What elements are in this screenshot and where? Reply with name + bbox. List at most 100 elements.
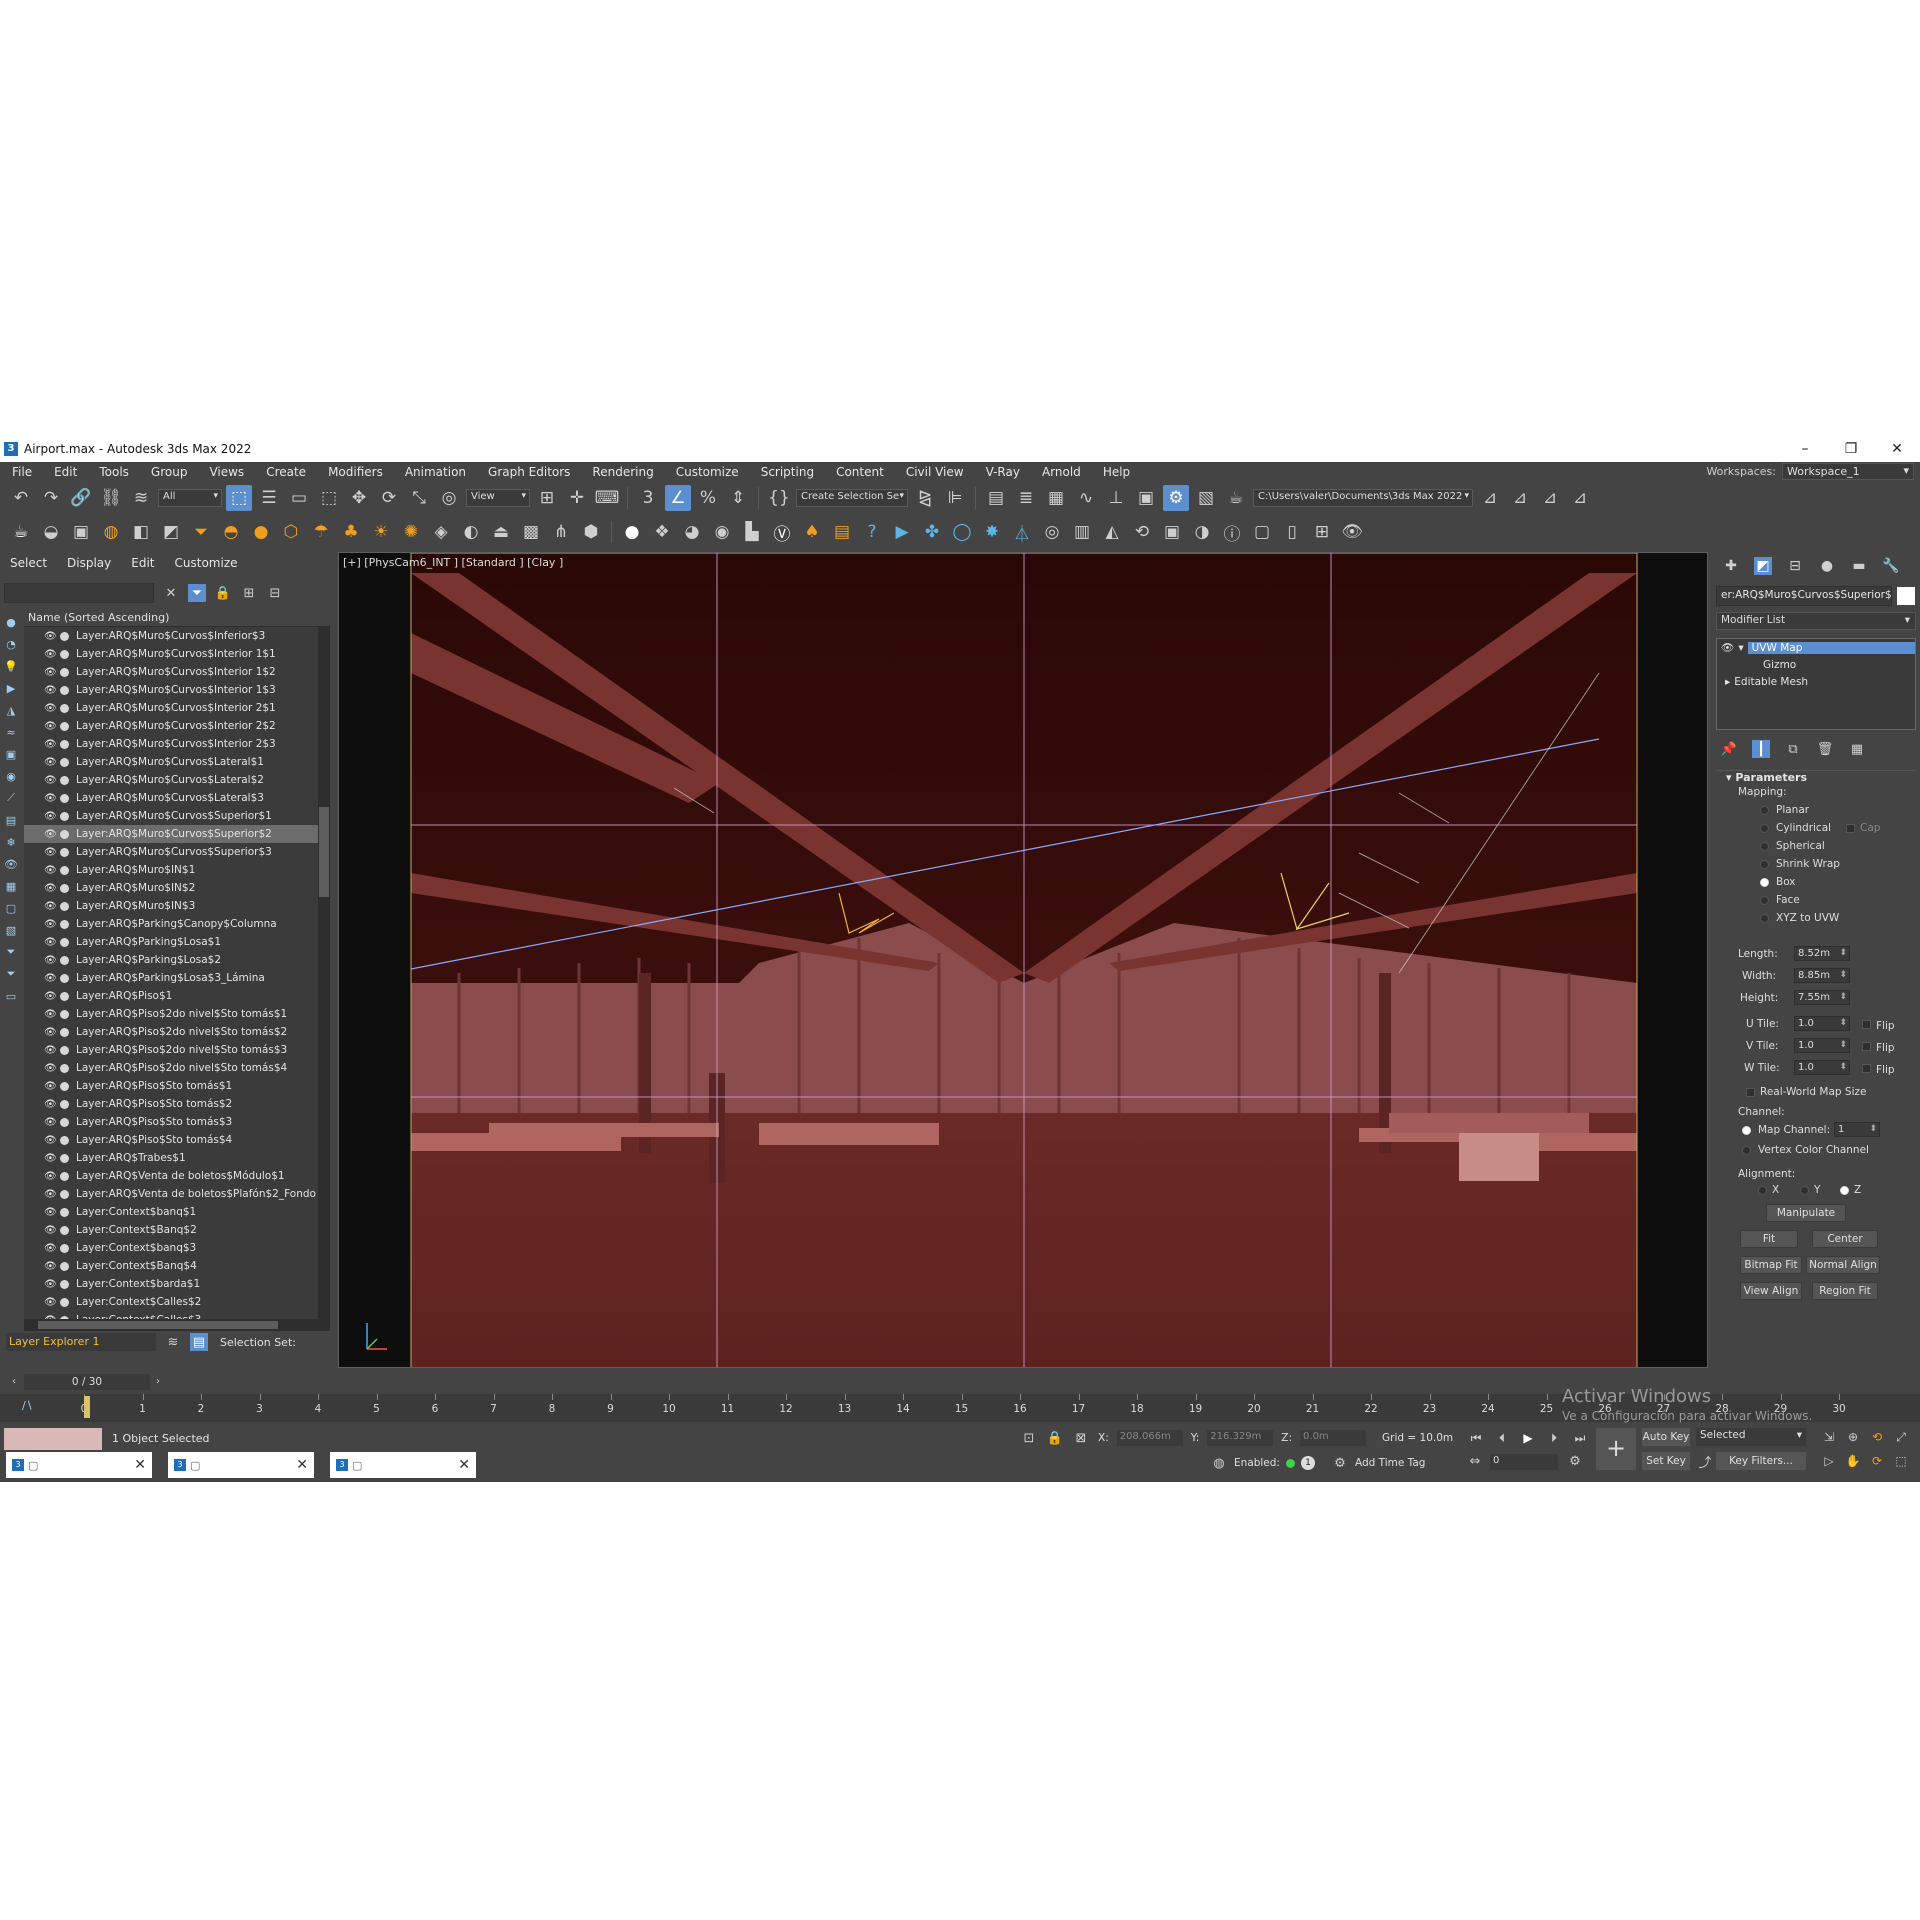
tab-edit[interactable]: Edit <box>131 556 154 570</box>
filter-funnel-icon[interactable]: ⏷ <box>3 943 19 961</box>
display-containers-icon[interactable]: ▤ <box>3 811 19 829</box>
vray-grid-icon[interactable]: ▩ <box>518 519 544 545</box>
curve-editor-icon[interactable]: ∿ <box>1073 485 1099 511</box>
project-folder-dropdown[interactable]: C:\Users\valer\Documents\3ds Max 2022 <box>1253 489 1473 507</box>
display-tab-icon[interactable]: ▬ <box>1850 557 1868 575</box>
perspective-icon[interactable]: ⊕ <box>1842 1426 1864 1448</box>
selection-filter-dropdown[interactable]: All <box>158 489 222 507</box>
layers-icon[interactable]: ≋ <box>164 1333 182 1351</box>
menu-views[interactable]: Views <box>198 465 255 479</box>
align-icon[interactable]: ⊫ <box>942 485 968 511</box>
vtile-spinner[interactable]: 1.0 <box>1794 1038 1850 1053</box>
menu-modifiers[interactable]: Modifiers <box>317 465 394 479</box>
render-toggle-icon[interactable] <box>60 1171 69 1181</box>
menu-graph-editors[interactable]: Graph Editors <box>477 465 581 479</box>
display-lights-icon[interactable]: 💡 <box>3 657 19 675</box>
normal-align-button[interactable]: Normal Align <box>1806 1256 1880 1274</box>
tab-customize[interactable]: Customize <box>175 556 238 570</box>
render-production-icon[interactable]: ☕ <box>1223 485 1249 511</box>
spinner-snap-icon[interactable]: ⇕ <box>725 485 751 511</box>
vray-ies-light-icon[interactable]: ☂ <box>308 519 334 545</box>
render-toggle-icon[interactable] <box>60 937 69 947</box>
material-library-icon[interactable]: ❖ <box>649 519 675 545</box>
adaptive-degradation-icon[interactable]: ◍ <box>1210 1454 1228 1472</box>
visibility-eye-icon[interactable]: 👁 <box>44 793 57 804</box>
zoom-extents-all-icon[interactable]: ⤢ <box>1890 1426 1912 1448</box>
layer-row[interactable]: 👁 Layer:ARQ$Piso$2do nivel$Sto tomás$4 <box>24 1059 330 1077</box>
layer-row[interactable]: 👁 Layer:ARQ$Piso$2do nivel$Sto tomás$3 <box>24 1041 330 1059</box>
layer-row[interactable]: 👁 Layer:ARQ$Muro$Curvos$Interior 2$2 <box>24 717 330 735</box>
render-toggle-icon[interactable] <box>60 1261 69 1271</box>
create-tab-icon[interactable]: ✚ <box>1722 557 1740 575</box>
hierarchy-icon[interactable]: ⊞ <box>240 584 258 602</box>
vray-toolbar-icon-1[interactable]: ⊿ <box>1507 485 1533 511</box>
arnold-physical-sky-icon[interactable]: ◎ <box>1039 519 1065 545</box>
render-toggle-icon[interactable] <box>60 901 69 911</box>
field-of-view-icon[interactable]: ▷ <box>1818 1450 1840 1472</box>
move-icon[interactable]: ✥ <box>346 485 372 511</box>
key-mode-dropdown[interactable]: Selected <box>1696 1428 1806 1446</box>
layer-row[interactable]: 👁 Layer:ARQ$Trabes$1 <box>24 1149 330 1167</box>
v-flip-checkbox[interactable] <box>1862 1042 1871 1051</box>
time-tag-icon[interactable]: ⚙ <box>1331 1454 1349 1472</box>
display-bones-icon[interactable]: ⟋ <box>3 789 19 807</box>
menu-edit[interactable]: Edit <box>43 465 88 479</box>
layer-row[interactable]: 👁 Layer:ARQ$Piso$2do nivel$Sto tomás$1 <box>24 1005 330 1023</box>
visibility-eye-icon[interactable]: 👁 <box>44 775 57 786</box>
render-toggle-icon[interactable] <box>60 721 69 731</box>
visibility-eye-icon[interactable]: 👁 <box>44 883 57 894</box>
arnold-frame-icon[interactable]: ▢ <box>1249 519 1275 545</box>
object-name-field[interactable]: er:ARQ$Muro$Curvos$Superior$2 <box>1716 586 1892 606</box>
layer-row[interactable]: 👁 Layer:ARQ$Muro$IN$3 <box>24 897 330 915</box>
layer-row[interactable]: 👁 Layer:ARQ$Piso$Sto tomás$3 <box>24 1113 330 1131</box>
layer-row[interactable]: 👁 Layer:ARQ$Parking$Losa$3_Lámina <box>24 969 330 987</box>
visibility-eye-icon[interactable]: 👁 <box>44 1297 57 1308</box>
schematic-view-icon[interactable]: ⊥ <box>1103 485 1129 511</box>
vray-dome-light-icon[interactable]: ◓ <box>218 519 244 545</box>
thumbnail-close-icon[interactable]: ✕ <box>296 1457 308 1473</box>
cap-checkbox[interactable] <box>1846 824 1855 833</box>
help-icon[interactable]: ? <box>859 519 885 545</box>
radio-box[interactable] <box>1760 878 1769 887</box>
maximize-viewport-icon[interactable]: ⬚ <box>1890 1450 1912 1472</box>
arnold-ipr-icon[interactable]: ⟲ <box>1129 519 1155 545</box>
filter-icon[interactable]: ⏷ <box>188 584 206 602</box>
go-to-start-icon[interactable]: ⏮ <box>1466 1428 1486 1448</box>
layer-row[interactable]: 👁 Layer:Context$Banq$4 <box>24 1257 330 1275</box>
wtile-spinner[interactable]: 1.0 <box>1794 1060 1850 1075</box>
taskbar-thumbnail-3[interactable]: 3 ▢ ✕ <box>330 1452 476 1478</box>
y-coordinate-field[interactable]: 216.329m <box>1207 1430 1274 1446</box>
make-unique-icon[interactable]: ⧉ <box>1784 740 1802 758</box>
layer-explorer-icon[interactable]: ≣ <box>1013 485 1039 511</box>
undo-icon[interactable]: ↶ <box>8 485 34 511</box>
vray-ambient-light-icon[interactable]: ♣ <box>338 519 364 545</box>
center-button[interactable]: Center <box>1812 1230 1878 1248</box>
material-editor-icon[interactable]: ▣ <box>1133 485 1159 511</box>
viewport-label[interactable]: [+] [PhysCam6_INT ] [Standard ] [Clay ] <box>343 556 563 569</box>
previous-frame-arrow-icon[interactable]: ‹ <box>8 1374 20 1390</box>
x-coordinate-field[interactable]: 208.066m <box>1116 1430 1183 1446</box>
layer-row[interactable]: 👁 Layer:ARQ$Piso$Sto tomás$2 <box>24 1095 330 1113</box>
layer-row[interactable]: 👁 Layer:ARQ$Muro$Curvos$Interior 1$1 <box>24 645 330 663</box>
taskbar-thumbnail-2[interactable]: 3 ▢ ✕ <box>168 1452 314 1478</box>
render-toggle-icon[interactable] <box>60 919 69 929</box>
visibility-eye-icon[interactable]: 👁 <box>44 847 57 858</box>
height-spinner[interactable]: 7.55m <box>1794 990 1850 1005</box>
z-coordinate-field[interactable]: 0.0m <box>1300 1430 1367 1446</box>
layer-row[interactable]: 👁 Layer:ARQ$Venta de boletos$Módulo$1 <box>24 1167 330 1185</box>
edit-named-selection-icon[interactable]: {} <box>766 485 792 511</box>
render-toggle-icon[interactable] <box>60 883 69 893</box>
frame-counter[interactable]: 0 / 30 <box>24 1374 150 1390</box>
arnold-render-icon[interactable]: ✤ <box>919 519 945 545</box>
vray-plane-icon[interactable]: ◧ <box>128 519 154 545</box>
render-toggle-icon[interactable] <box>60 1243 69 1253</box>
visibility-eye-icon[interactable]: 👁 <box>44 973 57 984</box>
visibility-eye-icon[interactable]: 👁 <box>44 1225 57 1236</box>
menu-rendering[interactable]: Rendering <box>581 465 664 479</box>
radio-face[interactable] <box>1760 896 1769 905</box>
eye-icon[interactable]: 👁 <box>1721 641 1734 654</box>
visibility-eye-icon[interactable]: 👁 <box>44 1153 57 1164</box>
visibility-eye-icon[interactable]: 👁 <box>44 955 57 966</box>
isolate-selection-icon[interactable]: ⊡ <box>1020 1429 1038 1447</box>
render-toggle-icon[interactable] <box>60 1081 69 1091</box>
